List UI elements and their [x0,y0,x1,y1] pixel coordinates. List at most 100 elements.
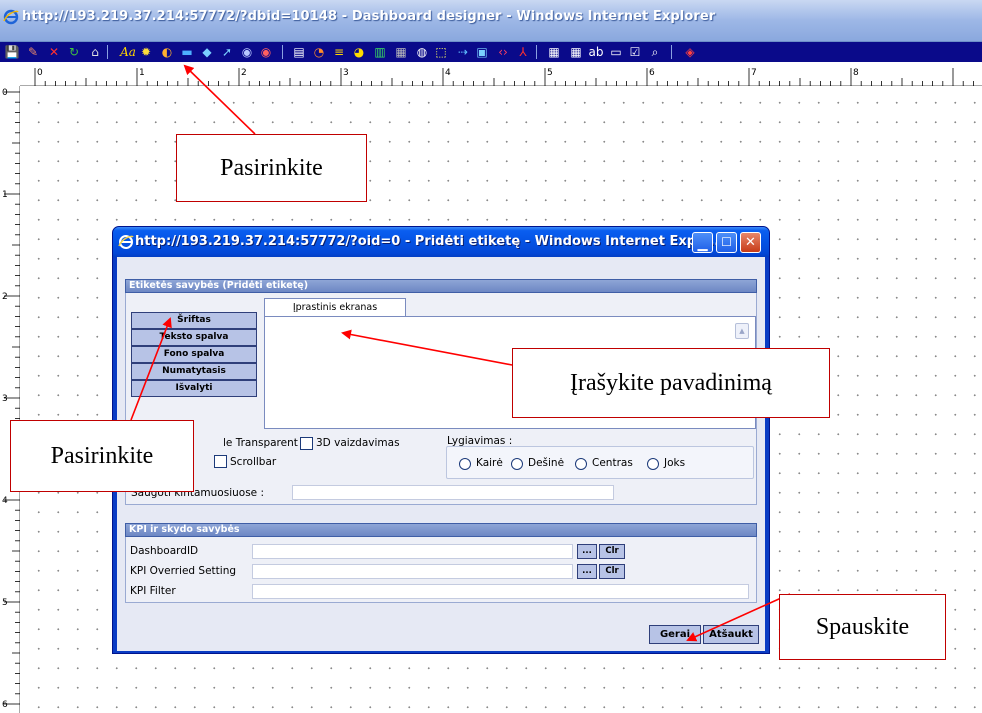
toolbar-separator [671,45,672,59]
dialog-body: Etiketės savybės (Pridėti etiketę) Šrift… [117,257,765,651]
ruler-label: 7 [751,68,757,78]
callout-enter-name: Įrašykite pavadinimą [512,348,830,418]
toolbar-separator [107,45,108,59]
ruler-label: 5 [2,598,8,608]
pointer-icon[interactable]: ➚ [219,44,235,60]
palette-icon[interactable]: ◐ [159,44,175,60]
add-label-dialog: http://193.219.37.214:57772/?oid=0 - Pri… [112,226,770,654]
dialog-titlebar[interactable]: http://193.219.37.214:57772/?oid=0 - Pri… [113,227,769,257]
internet-explorer-icon [118,235,134,249]
minimize-button[interactable]: ▁ [692,232,713,253]
ruler-label: 5 [547,68,553,78]
line-icon[interactable]: ▬ [179,44,195,60]
align-right-label: Dešinė [528,457,565,469]
dashboard-id-label: DashboardID [130,545,199,557]
left-ruler: 0 1 2 3 4 5 6 [0,86,20,713]
transparent-label: le Transparent [223,437,298,449]
align-left-radio[interactable] [459,458,471,470]
ruler-label: 0 [2,88,8,98]
label-properties-header: Etiketės savybės (Pridėti etiketę) [125,279,757,293]
main-window-titlebar: http://193.219.37.214:57772/?dbid=10148 … [0,0,982,42]
dashboard-id-input[interactable] [252,544,573,559]
align-center-label: Centras [592,457,633,469]
pdf-icon[interactable]: ⅄ [515,44,531,60]
circle-icon[interactable]: ◉ [239,44,255,60]
ruler-label: 1 [2,190,8,200]
search-icon[interactable]: ⌕ [647,44,663,60]
kpi-properties-header: KPI ir skydo savybės [125,523,757,537]
maximize-button[interactable]: ☐ [716,232,737,253]
ruler-corner [0,62,20,86]
ruler-label: 3 [343,68,349,78]
ruler-label: 1 [139,68,145,78]
text-color-button[interactable]: Teksto spalva [131,329,257,346]
refresh-icon[interactable]: ↻ [66,44,82,60]
list-icon[interactable]: ≡ [331,44,347,60]
kpi-filter-label: KPI Filter [130,585,176,597]
ruler-label: 4 [2,496,8,506]
toolbar-separator [536,45,537,59]
delete-icon[interactable]: ✕ [46,44,62,60]
font-button[interactable]: Šriftas [131,312,257,329]
ruler-label: 3 [2,394,8,404]
pie-icon[interactable]: ◕ [351,44,367,60]
3d-checkbox[interactable] [300,437,313,450]
align-none-radio[interactable] [647,458,659,470]
kpi-override-label: KPI Overried Setting [130,565,237,577]
circle-icon[interactable]: ◉ [258,44,274,60]
clear-button[interactable]: Išvalyti [131,380,257,397]
minimize-icon: ▁ [697,237,708,252]
align-right-radio[interactable] [511,458,523,470]
code-icon[interactable]: ‹› [495,44,511,60]
maximize-icon: ☐ [721,235,732,249]
close-icon: ✕ [745,235,756,250]
dashboard-id-clear-button[interactable]: Clr [599,544,625,559]
brush-icon[interactable]: ✎ [25,44,41,60]
scroll-up-icon[interactable]: ▲ [735,323,749,339]
cancel-button[interactable]: Atšaukt [703,625,759,644]
kpi-override-input[interactable] [252,564,573,579]
grid-icon[interactable]: ▦ [393,44,409,60]
align-left-label: Kairė [476,457,503,469]
ok-button[interactable]: Gerai [649,625,701,644]
chart-icon[interactable]: ▤ [291,44,307,60]
exit-icon[interactable]: ◈ [682,44,698,60]
default-button[interactable]: Numatytasis [131,363,257,380]
dashboard-id-browse-button[interactable]: ... [577,544,597,559]
ruler-label: 8 [853,68,859,78]
top-ruler: 0 1 2 3 4 5 6 7 8 [20,62,982,86]
tab-normal-display[interactable]: Įprastinis ekranas [264,298,406,317]
ruler-label: 4 [445,68,451,78]
bar-chart-icon[interactable]: ▥ [372,44,388,60]
toolbar-separator [282,45,283,59]
background-color-button[interactable]: Fono spalva [131,346,257,363]
textbox-icon[interactable]: ab [588,44,604,60]
table-icon[interactable]: ▦ [546,44,562,60]
diamond-icon[interactable]: ◆ [199,44,215,60]
main-window-title: http://193.219.37.214:57772/?dbid=10148 … [22,9,716,24]
resize-icon[interactable]: ⬚ [433,44,449,60]
flow-icon[interactable]: ⇢ [455,44,471,60]
alignment-radio-group: Kairė Dešinė Centras Joks [446,446,754,479]
gear-icon[interactable]: ✹ [138,44,154,60]
kpi-override-browse-button[interactable]: ... [577,564,597,579]
button-icon[interactable]: ▭ [608,44,624,60]
close-button[interactable]: ✕ [740,232,761,253]
scrollbar-checkbox[interactable] [214,455,227,468]
align-center-radio[interactable] [575,458,587,470]
scrollbar-label: Scrollbar [230,456,277,468]
kpi-filter-input[interactable] [252,584,749,599]
font-icon[interactable]: Aa [118,44,138,60]
save-variables-input[interactable] [292,485,614,500]
3d-label: 3D vaizdavimas [316,437,400,449]
home-icon[interactable]: ⌂ [87,44,103,60]
kpi-override-clear-button[interactable]: Clr [599,564,625,579]
ruler-label: 6 [649,68,655,78]
grid-icon[interactable]: ▦ [568,44,584,60]
callout-click-ok: Spauskite [779,594,946,660]
monitor-icon[interactable]: ▣ [474,44,490,60]
gauge-icon[interactable]: ◔ [311,44,327,60]
save-icon[interactable]: 💾 [4,44,20,60]
globe-icon[interactable]: ◍ [414,44,430,60]
checkbox-icon[interactable]: ☑ [627,44,643,60]
